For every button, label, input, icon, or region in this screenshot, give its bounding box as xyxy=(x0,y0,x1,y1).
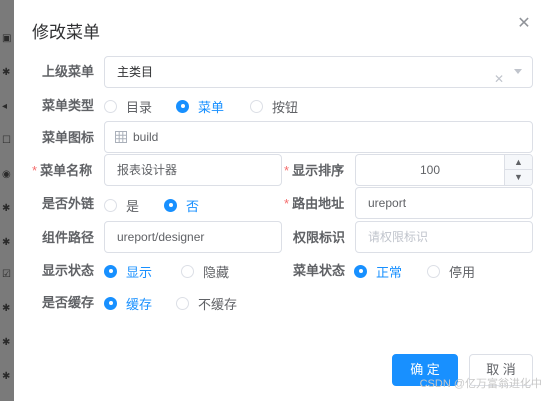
radio-label: 菜单 xyxy=(198,99,225,115)
route-path-input[interactable]: ureport xyxy=(355,187,533,219)
radio-status-normal[interactable]: 正常 xyxy=(354,263,403,280)
radio-external-no[interactable]: 否 xyxy=(164,197,200,214)
dialog-title: 修改菜单 xyxy=(32,23,100,42)
radio-cache-yes[interactable]: 缓存 xyxy=(104,295,153,312)
is-cached-label: 是否缓存 xyxy=(42,295,95,310)
menu-name-input[interactable]: 报表设计器 xyxy=(104,154,282,186)
radio-label: 目录 xyxy=(126,99,153,115)
route-path-label-text: 路由地址 xyxy=(292,196,345,211)
display-order-value: 100 xyxy=(419,163,441,177)
display-status-label: 显示状态 xyxy=(42,263,95,278)
menu-icon-label: 菜单图标 xyxy=(42,130,95,145)
radio-label: 按钮 xyxy=(272,99,299,115)
background-icon: ✱ xyxy=(2,67,11,78)
permission-label: 权限标识 xyxy=(293,230,346,245)
route-path-label: * 路由地址 xyxy=(284,196,344,212)
permission-placeholder: 请权限标识 xyxy=(368,230,429,244)
component-path-value: ureport/designer xyxy=(117,230,205,244)
background-icon: ✱ xyxy=(2,371,11,382)
radio-label: 不缓存 xyxy=(198,296,238,312)
radio-menu-type-button[interactable]: 按钮 xyxy=(250,98,299,115)
radio-label: 缓存 xyxy=(126,296,153,312)
radio-circle xyxy=(354,264,367,278)
radio-label: 停用 xyxy=(449,264,476,280)
is-external-label: 是否外链 xyxy=(42,196,95,211)
display-order-label: * 显示排序 xyxy=(284,163,344,179)
menu-icon-input[interactable]: build xyxy=(104,121,533,153)
radio-circle xyxy=(250,99,263,113)
required-mark: * xyxy=(284,163,290,178)
display-order-label-text: 显示排序 xyxy=(292,163,345,178)
background-icon: ◉ xyxy=(2,169,11,180)
menu-type-label: 菜单类型 xyxy=(42,98,95,113)
radio-cache-no[interactable]: 不缓存 xyxy=(176,295,238,312)
menu-name-value: 报表设计器 xyxy=(117,163,178,177)
background-icon: ✱ xyxy=(2,203,11,214)
radio-external-yes[interactable]: 是 xyxy=(104,197,140,214)
display-order-input[interactable]: 100 ▲ ▼ xyxy=(355,154,533,186)
clear-icon[interactable]: ✕ xyxy=(494,64,504,87)
background-icon: ◂ xyxy=(2,101,8,112)
radio-menu-type-directory[interactable]: 目录 xyxy=(104,98,153,115)
radio-circle xyxy=(164,198,177,212)
menu-name-label: * 菜单名称 xyxy=(32,163,92,179)
decrement-icon[interactable]: ▼ xyxy=(505,170,532,185)
radio-circle xyxy=(181,264,194,278)
radio-circle xyxy=(104,296,117,310)
menu-icon-value: build xyxy=(133,130,159,144)
radio-display-show[interactable]: 显示 xyxy=(104,263,153,280)
radio-status-disabled[interactable]: 停用 xyxy=(427,263,476,280)
component-path-label: 组件路径 xyxy=(42,230,95,245)
chevron-down-icon[interactable] xyxy=(514,69,522,74)
radio-circle xyxy=(104,99,117,113)
increment-icon[interactable]: ▲ xyxy=(505,155,532,170)
permission-input[interactable]: 请权限标识 xyxy=(355,221,533,253)
radio-circle xyxy=(104,264,117,278)
menu-status-label: 菜单状态 xyxy=(293,263,346,278)
watermark: CSDN @亿万富翁进化中 xyxy=(419,378,542,390)
radio-display-hide[interactable]: 隐藏 xyxy=(181,263,230,280)
menu-name-label-text: 菜单名称 xyxy=(40,163,93,178)
radio-label: 是 xyxy=(126,198,140,214)
radio-menu-type-menu[interactable]: 菜单 xyxy=(176,98,225,115)
radio-label: 隐藏 xyxy=(203,264,230,280)
parent-menu-select[interactable]: 主类目 ✕ xyxy=(104,56,533,88)
component-path-input[interactable]: ureport/designer xyxy=(104,221,282,253)
radio-label: 否 xyxy=(186,198,200,214)
required-mark: * xyxy=(284,196,290,211)
grid-icon xyxy=(115,131,127,143)
background-page-strip: ▣ ✱ ◂ ☐ ◉ ✱ ✱ ☑ ✱ ✱ ✱ xyxy=(0,0,14,401)
background-icon: ☑ xyxy=(2,269,11,280)
close-icon[interactable]: ✕ xyxy=(516,16,532,32)
background-icon: ✱ xyxy=(2,337,11,348)
radio-circle xyxy=(427,264,440,278)
radio-circle xyxy=(104,198,117,212)
background-icon: ✱ xyxy=(2,303,11,314)
parent-menu-label: 上级菜单 xyxy=(42,64,95,79)
parent-menu-value: 主类目 xyxy=(117,65,154,79)
edit-menu-dialog: 修改菜单 ✕ 上级菜单 主类目 ✕ 菜单类型 目录 菜单 按钮 菜单图标 bui… xyxy=(14,0,556,401)
radio-circle xyxy=(176,99,189,113)
background-icon: ✱ xyxy=(2,237,11,248)
radio-circle xyxy=(176,296,189,310)
radio-label: 正常 xyxy=(376,264,403,280)
background-icon: ☐ xyxy=(2,135,11,146)
order-stepper: ▲ ▼ xyxy=(504,155,532,185)
radio-label: 显示 xyxy=(126,264,153,280)
required-mark: * xyxy=(32,163,38,178)
background-icon: ▣ xyxy=(2,33,12,44)
route-path-value: ureport xyxy=(368,196,407,210)
